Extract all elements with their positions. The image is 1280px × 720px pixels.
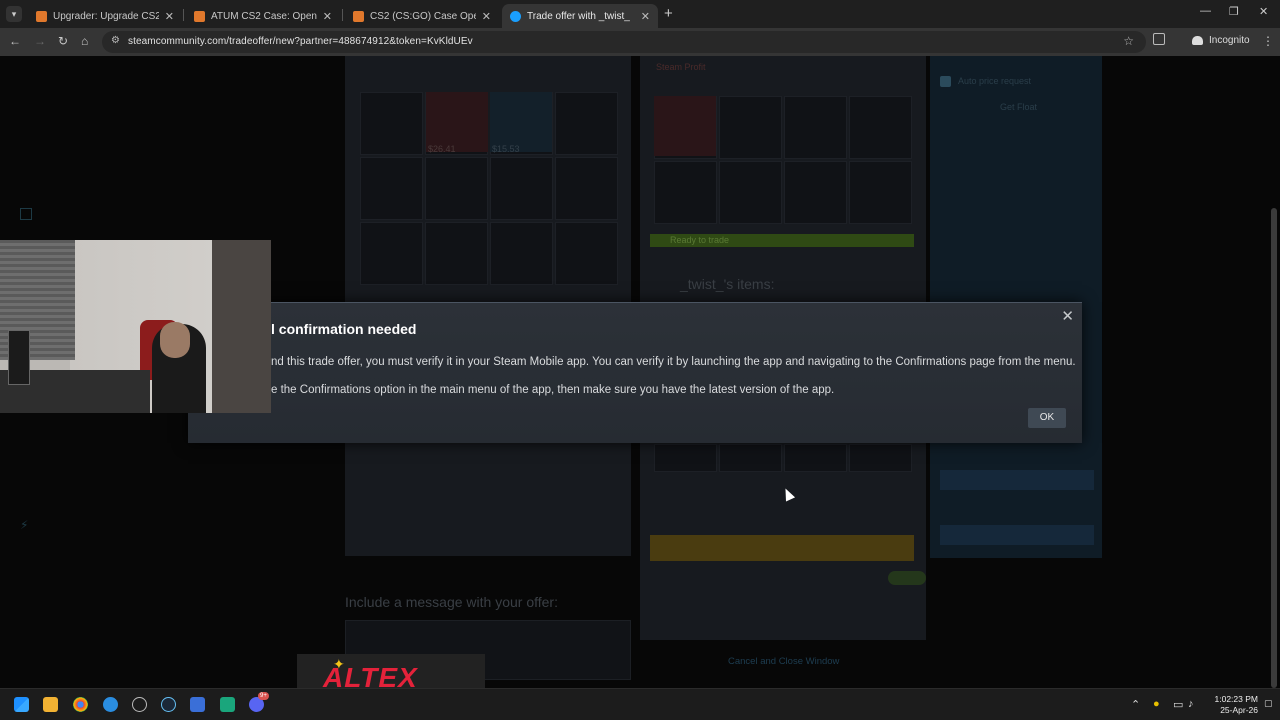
inventory-skin[interactable] xyxy=(426,92,488,152)
tab-close-icon[interactable]: ✕ xyxy=(641,10,650,23)
app-icon[interactable] xyxy=(220,697,235,712)
notifications-icon[interactable]: ▢ xyxy=(1264,698,1273,709)
dialog-title: l confirmation needed xyxy=(271,321,417,337)
window-close-icon[interactable]: ✕ xyxy=(1259,5,1268,18)
tab-case-opening[interactable]: CS2 (CS:GO) Case Opening: W ✕ xyxy=(345,4,499,28)
tab-favicon-icon xyxy=(353,10,364,22)
tab-trade-offer[interactable]: Trade offer with _twist_ ✕ xyxy=(502,4,658,28)
extensions-icon[interactable] xyxy=(1153,33,1165,45)
windows-start-icon[interactable] xyxy=(14,697,29,712)
url-text[interactable]: steamcommunity.com/tradeoffer/new?partne… xyxy=(128,36,473,47)
tab-search-icon[interactable]: ▾ xyxy=(6,6,22,22)
restore-icon[interactable]: ❐ xyxy=(1229,5,1239,18)
decor-square xyxy=(20,208,32,220)
forward-icon[interactable]: → xyxy=(34,34,46,48)
ok-button[interactable]: OK xyxy=(1028,408,1066,428)
skin-price: $26.41 xyxy=(428,144,456,154)
trade-skin[interactable] xyxy=(654,96,716,156)
home-icon[interactable]: ⌂ xyxy=(81,34,88,48)
tab-title: CS2 (CS:GO) Case Opening: W xyxy=(370,10,476,22)
notification-badge: 9+ xyxy=(258,692,269,700)
pricing-select[interactable] xyxy=(940,525,1094,545)
tab-title: Trade offer with _twist_ xyxy=(527,10,630,22)
address-bar[interactable]: ⚙ steamcommunity.com/tradeoffer/new?part… xyxy=(102,31,1146,53)
browser-toolbar: ← → ↻ ⌂ ⚙ steamcommunity.com/tradeoffer/… xyxy=(0,28,1280,56)
get-float-button[interactable]: Get Float xyxy=(1000,102,1037,112)
dialog-message-line-1: nd this trade offer, you must verify it … xyxy=(271,356,1076,368)
steam-icon[interactable] xyxy=(161,697,176,712)
step-badge xyxy=(888,571,926,585)
auto-price-label: Auto price request xyxy=(958,76,1032,86)
bookmark-star-icon[interactable]: ☆ xyxy=(1123,34,1134,48)
clock-date: 25-Apr-26 xyxy=(1220,705,1258,715)
settings-app-icon[interactable] xyxy=(132,697,147,712)
ready-to-trade-bar: Ready to trade xyxy=(650,234,914,247)
tab-strip: ▾ Upgrader: Upgrade CS2 (CS:GO ✕ ATUM CS… xyxy=(0,0,1280,28)
sort-select[interactable] xyxy=(940,470,1094,490)
tab-upgrader[interactable]: Upgrader: Upgrade CS2 (CS:GO ✕ xyxy=(28,4,182,28)
steam-favicon-icon xyxy=(510,10,521,22)
chrome-icon[interactable] xyxy=(73,697,88,712)
auto-price-checkbox[interactable] xyxy=(940,76,951,87)
new-tab-icon[interactable]: + xyxy=(664,6,673,21)
skin-price: $15.53 xyxy=(492,144,520,154)
incognito-icon xyxy=(1192,36,1203,45)
inventory-skin[interactable] xyxy=(490,92,552,152)
system-clock[interactable]: 1:02:23 PM 25-Apr-26 xyxy=(1204,694,1258,716)
network-icon[interactable]: ▭ xyxy=(1173,698,1183,711)
microphone-icon[interactable]: ● xyxy=(1153,698,1160,710)
close-icon[interactable]: ✕ xyxy=(1061,307,1074,325)
tab-close-icon[interactable]: ✕ xyxy=(482,10,491,23)
back-icon[interactable]: ← xyxy=(9,34,21,48)
webcam-overlay xyxy=(0,240,271,413)
tray-overflow-icon[interactable]: ⌃ xyxy=(1131,698,1140,711)
tab-close-icon[interactable]: ✕ xyxy=(323,10,332,23)
dialog-message-line-2: e the Confirmations option in the main m… xyxy=(271,384,835,396)
tab-title: Upgrader: Upgrade CS2 (CS:GO xyxy=(53,10,159,22)
site-settings-icon[interactable]: ⚙ xyxy=(111,35,120,46)
cancel-link[interactable]: Cancel and Close Window xyxy=(728,656,839,667)
ready-label: Ready to trade xyxy=(670,235,730,245)
app-icon[interactable] xyxy=(190,697,205,712)
incognito-indicator[interactable]: Incognito xyxy=(1192,35,1250,46)
app-icon[interactable] xyxy=(103,697,118,712)
message-prompt: Include a message with your offer: xyxy=(345,594,558,610)
reload-icon[interactable]: ↻ xyxy=(58,34,68,48)
confirmation-dialog: l confirmation needed ✕ nd this trade of… xyxy=(188,302,1082,443)
steam-profit-label: Steam Profit xyxy=(656,62,706,72)
tab-title: ATUM CS2 Case: Open to Win ( xyxy=(211,10,317,22)
volume-icon[interactable]: ♪ xyxy=(1188,698,1194,710)
decor-bolt-icon: ⚡ xyxy=(20,518,29,532)
explorer-icon[interactable] xyxy=(43,697,58,712)
tab-close-icon[interactable]: ✕ xyxy=(165,10,174,23)
tab-favicon-icon xyxy=(36,10,47,22)
incognito-label: Incognito xyxy=(1209,35,1250,46)
trade-hold-warning xyxy=(650,535,914,561)
altex-logo: ✦ ALTEX xyxy=(297,654,485,692)
page-scrollbar[interactable] xyxy=(1271,208,1277,688)
clock-time: 1:02:23 PM xyxy=(1214,694,1258,704)
tab-atum[interactable]: ATUM CS2 Case: Open to Win ( ✕ xyxy=(186,4,340,28)
their-items-heading: _twist_'s items: xyxy=(680,276,775,292)
windows-taskbar: 9+ ⌃ ● ▭ ♪ 1:02:23 PM 25-Apr-26 ▢ xyxy=(0,688,1280,720)
tab-favicon-icon xyxy=(194,10,205,22)
menu-icon[interactable]: ⋮ xyxy=(1262,34,1274,48)
minimize-icon[interactable]: — xyxy=(1200,5,1211,17)
